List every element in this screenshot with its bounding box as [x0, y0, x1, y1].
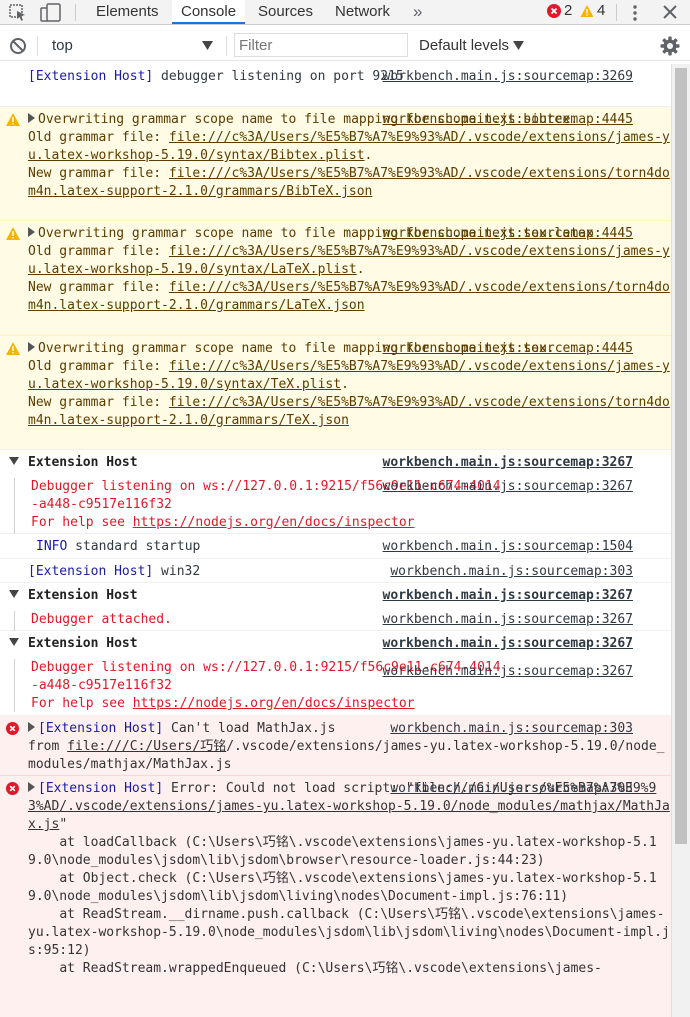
devtools-tab-bar: Elements Console Sources Network » 2 4: [0, 0, 690, 25]
source-link[interactable]: workbench.main.js:sourcemap:303: [390, 563, 633, 581]
expand-triangle-icon[interactable]: [28, 782, 35, 792]
error-icon: [6, 782, 19, 795]
log-levels-selector[interactable]: Default levels: [419, 36, 529, 57]
warning-icon: [6, 227, 20, 240]
console-messages: [Extension Host] debugger listening on p…: [0, 64, 671, 1017]
expand-triangle-icon[interactable]: [28, 227, 35, 237]
collapse-triangle-icon[interactable]: [9, 457, 19, 465]
info-label: INFO: [36, 539, 68, 554]
console-group-child[interactable]: Debugger attached. workbench.main.js:sou…: [0, 607, 671, 631]
message-text: debugger listening on port 9215: [153, 69, 404, 84]
context-value: top: [52, 37, 73, 54]
scrollbar[interactable]: [671, 64, 690, 1017]
source-link[interactable]: workbench.main.js:sourcemap:3267: [383, 454, 633, 472]
console-toolbar: top Default levels: [0, 32, 690, 61]
expand-triangle-icon[interactable]: [28, 342, 35, 352]
device-toolbar-icon[interactable]: [40, 3, 62, 26]
stack-trace: " at loadCallback (C:\Users\巧铭\.vscode\e…: [28, 817, 670, 976]
warning-count[interactable]: 4: [597, 2, 605, 19]
console-warning[interactable]: Overwriting grammar scope name to file m…: [0, 336, 671, 450]
message-prefix: [Extension Host]: [28, 564, 154, 579]
gear-icon[interactable]: [660, 36, 680, 59]
console-message[interactable]: [Extension Host] win32 workbench.main.js…: [0, 559, 671, 583]
toolbar-divider: [75, 4, 76, 21]
warning-icon: [6, 342, 20, 355]
console-group-child[interactable]: Debugger listening on ws://127.0.0.1:921…: [0, 474, 671, 534]
source-link[interactable]: workbench.main.js:sourcemap:3267: [383, 635, 633, 653]
collapse-triangle-icon[interactable]: [9, 638, 19, 646]
help-link[interactable]: https://nodejs.org/en/docs/inspector: [133, 515, 415, 530]
error-icon: [6, 722, 19, 735]
tab-sources[interactable]: Sources: [249, 0, 322, 24]
context-selector[interactable]: top: [52, 36, 222, 57]
new-grammar-label: New grammar file:: [28, 166, 169, 181]
error-count-icon[interactable]: [547, 4, 561, 21]
source-link[interactable]: workbench.main.js:sourcemap:3269: [383, 68, 633, 86]
more-tabs-icon[interactable]: »: [404, 0, 431, 24]
old-grammar-label: Old grammar file:: [28, 244, 169, 259]
source-link[interactable]: workbench.main.js:sourcemap:3267: [383, 587, 633, 605]
source-link[interactable]: workbench.main.js:sourcemap:3267: [383, 478, 633, 496]
message-prefix: [Extension Host]: [38, 721, 164, 736]
console-group-header[interactable]: Extension Host workbench.main.js:sourcem…: [0, 450, 671, 474]
tab-elements[interactable]: Elements: [87, 0, 168, 24]
console-message[interactable]: [Extension Host] debugger listening on p…: [0, 64, 671, 107]
toolbar-divider: [616, 4, 617, 21]
log-levels-label: Default levels: [419, 37, 510, 54]
source-link[interactable]: workbench.main.js:sourcemap:3267: [383, 611, 633, 629]
error-count[interactable]: 2: [564, 2, 572, 19]
source-link[interactable]: workbench.main.js:sourcemap:303: [390, 780, 633, 798]
warning-count-icon[interactable]: [580, 4, 594, 21]
console-error[interactable]: [Extension Host] Can't load MathJax.js f…: [0, 716, 671, 776]
console-warning[interactable]: Overwriting grammar scope name to file m…: [0, 107, 671, 221]
message-prefix: [Extension Host]: [38, 781, 164, 796]
new-grammar-label: New grammar file:: [28, 395, 169, 410]
file-link[interactable]: file:///C:/Users/巧铭: [67, 739, 226, 754]
help-link[interactable]: https://nodejs.org/en/docs/inspector: [133, 696, 415, 711]
console-group-header[interactable]: Extension Host workbench.main.js:sourcem…: [0, 583, 671, 607]
more-options-icon[interactable]: [626, 3, 644, 26]
new-grammar-label: New grammar file:: [28, 280, 169, 295]
tab-network[interactable]: Network: [326, 0, 399, 24]
source-link[interactable]: workbench.main.js:sourcemap:4445: [383, 340, 633, 358]
expand-triangle-icon[interactable]: [28, 113, 35, 123]
console-group-header[interactable]: Extension Host workbench.main.js:sourcem…: [0, 631, 671, 655]
tab-console[interactable]: Console: [172, 0, 246, 24]
filter-input[interactable]: [234, 33, 408, 57]
console-warning[interactable]: Overwriting grammar scope name to file m…: [0, 221, 671, 336]
toolbar-divider: [37, 36, 38, 56]
inspect-element-icon[interactable]: [8, 3, 28, 26]
old-grammar-label: Old grammar file:: [28, 359, 169, 374]
console-message[interactable]: INFO standard startup workbench.main.js:…: [0, 534, 671, 559]
close-icon[interactable]: [661, 3, 679, 24]
message-text: standard startup: [67, 539, 201, 554]
console-group-child[interactable]: Debugger listening on ws://127.0.0.1:921…: [0, 655, 671, 716]
expand-triangle-icon[interactable]: [28, 722, 35, 732]
console-error[interactable]: [Extension Host] Error: Could not load s…: [0, 776, 671, 1017]
source-link[interactable]: workbench.main.js:sourcemap:4445: [383, 225, 633, 243]
source-link[interactable]: workbench.main.js:sourcemap:3267: [383, 663, 633, 681]
toolbar-divider: [226, 36, 227, 56]
clear-console-icon[interactable]: [9, 37, 27, 58]
message-prefix: [Extension Host]: [28, 69, 154, 84]
message-text: win32: [153, 564, 201, 579]
source-link[interactable]: workbench.main.js:sourcemap:303: [390, 720, 633, 738]
warning-icon: [6, 113, 20, 126]
old-grammar-label: Old grammar file:: [28, 130, 169, 145]
source-link[interactable]: workbench.main.js:sourcemap:4445: [383, 111, 633, 129]
chevron-down-icon: [513, 41, 524, 50]
chevron-down-icon: [202, 41, 213, 50]
collapse-triangle-icon[interactable]: [9, 590, 19, 598]
source-link[interactable]: workbench.main.js:sourcemap:1504: [383, 538, 633, 556]
error-text: Error: Could not load script: ": [163, 781, 414, 796]
scrollbar-thumb[interactable]: [675, 68, 687, 844]
